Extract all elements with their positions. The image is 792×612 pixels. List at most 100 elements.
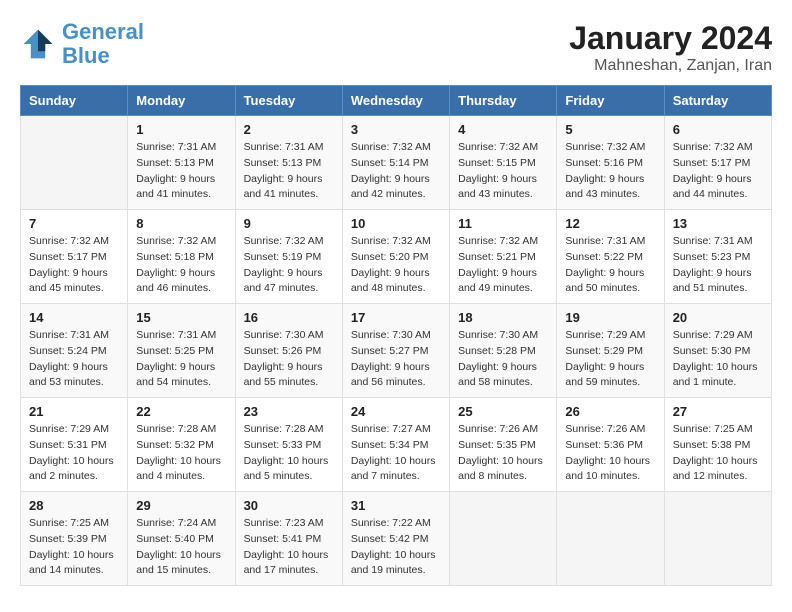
day-number: 3	[351, 122, 441, 137]
day-info: Sunrise: 7:32 AMSunset: 5:14 PMDaylight:…	[351, 140, 441, 203]
day-info: Sunrise: 7:31 AMSunset: 5:23 PMDaylight:…	[673, 234, 763, 297]
calendar-cell: 26 Sunrise: 7:26 AMSunset: 5:36 PMDayligh…	[557, 398, 664, 492]
calendar-cell: 1Sunrise: 7:31 AMSunset: 5:13 PMDaylight…	[128, 116, 235, 210]
day-number: 23	[244, 404, 334, 419]
weekday-header-thursday: Thursday	[450, 86, 557, 116]
calendar-cell: 3 Sunrise: 7:32 AMSunset: 5:14 PMDaylight…	[342, 116, 449, 210]
day-info: Sunrise: 7:32 AMSunset: 5:15 PMDaylight:…	[458, 140, 548, 203]
weekday-header-saturday: Saturday	[664, 86, 771, 116]
page-title: January 2024	[569, 20, 772, 57]
day-info: Sunrise: 7:32 AMSunset: 5:17 PMDaylight:…	[673, 140, 763, 203]
day-number: 12	[565, 216, 655, 231]
day-info: Sunrise: 7:30 AMSunset: 5:26 PMDaylight:…	[244, 328, 334, 391]
weekday-header-tuesday: Tuesday	[235, 86, 342, 116]
day-info: Sunrise: 7:30 AMSunset: 5:28 PMDaylight:…	[458, 328, 548, 391]
day-info: Sunrise: 7:31 AMSunset: 5:24 PMDaylight:…	[29, 328, 119, 391]
page-subtitle: Mahneshan, Zanjan, Iran	[569, 57, 772, 75]
day-number: 27	[673, 404, 763, 419]
calendar-cell	[21, 116, 128, 210]
calendar-cell: 18Sunrise: 7:30 AMSunset: 5:28 PMDayligh…	[450, 304, 557, 398]
day-info: Sunrise: 7:31 AMSunset: 5:13 PMDaylight:…	[244, 140, 334, 203]
day-info: Sunrise: 7:29 AMSunset: 5:30 PMDaylight:…	[673, 328, 763, 391]
day-number: 24	[351, 404, 441, 419]
day-number: 5	[565, 122, 655, 137]
calendar-cell: 19 Sunrise: 7:29 AMSunset: 5:29 PMDayligh…	[557, 304, 664, 398]
day-info: Sunrise: 7:32 AMSunset: 5:18 PMDaylight:…	[136, 234, 226, 297]
week-row-5: 28Sunrise: 7:25 AMSunset: 5:39 PMDayligh…	[21, 492, 772, 586]
day-info: Sunrise: 7:32 AMSunset: 5:17 PMDaylight:…	[29, 234, 119, 297]
day-number: 28	[29, 498, 119, 513]
weekday-header-monday: Monday	[128, 86, 235, 116]
day-info: Sunrise: 7:32 AMSunset: 5:21 PMDaylight:…	[458, 234, 548, 297]
day-number: 19	[565, 310, 655, 325]
day-number: 4	[458, 122, 548, 137]
calendar-cell: 15 Sunrise: 7:31 AMSunset: 5:25 PMDayligh…	[128, 304, 235, 398]
day-number: 2	[244, 122, 334, 137]
day-info: Sunrise: 7:28 AMSunset: 5:33 PMDaylight:…	[244, 422, 334, 485]
week-row-4: 21 Sunrise: 7:29 AMSunset: 5:31 PMDayligh…	[21, 398, 772, 492]
day-number: 29	[136, 498, 226, 513]
day-number: 26	[565, 404, 655, 419]
weekday-header-wednesday: Wednesday	[342, 86, 449, 116]
calendar-cell: 2 Sunrise: 7:31 AMSunset: 5:13 PMDaylight…	[235, 116, 342, 210]
calendar-cell: 12Sunrise: 7:31 AMSunset: 5:22 PMDayligh…	[557, 210, 664, 304]
calendar-cell: 8Sunrise: 7:32 AMSunset: 5:18 PMDaylight…	[128, 210, 235, 304]
day-info: Sunrise: 7:32 AMSunset: 5:16 PMDaylight:…	[565, 140, 655, 203]
day-info: Sunrise: 7:25 AMSunset: 5:38 PMDaylight:…	[673, 422, 763, 485]
calendar-cell: 9Sunrise: 7:32 AMSunset: 5:19 PMDaylight…	[235, 210, 342, 304]
calendar-cell: 24 Sunrise: 7:27 AMSunset: 5:34 PMDayligh…	[342, 398, 449, 492]
day-info: Sunrise: 7:29 AMSunset: 5:31 PMDaylight:…	[29, 422, 119, 485]
calendar-cell: 6 Sunrise: 7:32 AMSunset: 5:17 PMDaylight…	[664, 116, 771, 210]
day-number: 25	[458, 404, 548, 419]
day-info: Sunrise: 7:26 AMSunset: 5:35 PMDaylight:…	[458, 422, 548, 485]
calendar-cell: 11 Sunrise: 7:32 AMSunset: 5:21 PMDayligh…	[450, 210, 557, 304]
calendar-cell: 21 Sunrise: 7:29 AMSunset: 5:31 PMDayligh…	[21, 398, 128, 492]
logo: General Blue	[20, 20, 144, 68]
day-info: Sunrise: 7:24 AMSunset: 5:40 PMDaylight:…	[136, 516, 226, 579]
weekday-header-friday: Friday	[557, 86, 664, 116]
day-info: Sunrise: 7:29 AMSunset: 5:29 PMDaylight:…	[565, 328, 655, 391]
day-number: 15	[136, 310, 226, 325]
day-info: Sunrise: 7:27 AMSunset: 5:34 PMDaylight:…	[351, 422, 441, 485]
logo-icon	[20, 26, 56, 62]
week-row-3: 14 Sunrise: 7:31 AMSunset: 5:24 PMDayligh…	[21, 304, 772, 398]
logo-line2: Blue	[62, 43, 110, 68]
day-number: 22	[136, 404, 226, 419]
title-block: January 2024 Mahneshan, Zanjan, Iran	[569, 20, 772, 75]
calendar-cell: 31Sunrise: 7:22 AMSunset: 5:42 PMDayligh…	[342, 492, 449, 586]
day-number: 21	[29, 404, 119, 419]
calendar-cell: 28Sunrise: 7:25 AMSunset: 5:39 PMDayligh…	[21, 492, 128, 586]
page-header: General Blue January 2024 Mahneshan, Zan…	[20, 20, 772, 75]
calendar-cell: 13 Sunrise: 7:31 AMSunset: 5:23 PMDayligh…	[664, 210, 771, 304]
day-info: Sunrise: 7:30 AMSunset: 5:27 PMDaylight:…	[351, 328, 441, 391]
calendar-cell	[557, 492, 664, 586]
logo-line1: General	[62, 19, 144, 44]
weekday-header-row: SundayMondayTuesdayWednesdayThursdayFrid…	[21, 86, 772, 116]
calendar-cell: 17Sunrise: 7:30 AMSunset: 5:27 PMDayligh…	[342, 304, 449, 398]
calendar-cell: 14 Sunrise: 7:31 AMSunset: 5:24 PMDayligh…	[21, 304, 128, 398]
day-number: 6	[673, 122, 763, 137]
calendar-cell: 22Sunrise: 7:28 AMSunset: 5:32 PMDayligh…	[128, 398, 235, 492]
day-info: Sunrise: 7:31 AMSunset: 5:25 PMDaylight:…	[136, 328, 226, 391]
day-number: 1	[136, 122, 226, 137]
calendar-cell: 20 Sunrise: 7:29 AMSunset: 5:30 PMDayligh…	[664, 304, 771, 398]
day-number: 31	[351, 498, 441, 513]
calendar-cell: 30Sunrise: 7:23 AMSunset: 5:41 PMDayligh…	[235, 492, 342, 586]
day-number: 14	[29, 310, 119, 325]
day-number: 20	[673, 310, 763, 325]
calendar-cell: 23 Sunrise: 7:28 AMSunset: 5:33 PMDayligh…	[235, 398, 342, 492]
day-info: Sunrise: 7:26 AMSunset: 5:36 PMDaylight:…	[565, 422, 655, 485]
day-info: Sunrise: 7:23 AMSunset: 5:41 PMDaylight:…	[244, 516, 334, 579]
calendar-cell: 4 Sunrise: 7:32 AMSunset: 5:15 PMDaylight…	[450, 116, 557, 210]
calendar-cell: 29 Sunrise: 7:24 AMSunset: 5:40 PMDayligh…	[128, 492, 235, 586]
weekday-header-sunday: Sunday	[21, 86, 128, 116]
day-number: 11	[458, 216, 548, 231]
day-number: 7	[29, 216, 119, 231]
calendar-cell: 27 Sunrise: 7:25 AMSunset: 5:38 PMDayligh…	[664, 398, 771, 492]
calendar-cell	[450, 492, 557, 586]
day-number: 13	[673, 216, 763, 231]
day-info: Sunrise: 7:32 AMSunset: 5:19 PMDaylight:…	[244, 234, 334, 297]
calendar-cell: 25 Sunrise: 7:26 AMSunset: 5:35 PMDayligh…	[450, 398, 557, 492]
calendar-cell: 10Sunrise: 7:32 AMSunset: 5:20 PMDayligh…	[342, 210, 449, 304]
calendar-cell: 5 Sunrise: 7:32 AMSunset: 5:16 PMDaylight…	[557, 116, 664, 210]
